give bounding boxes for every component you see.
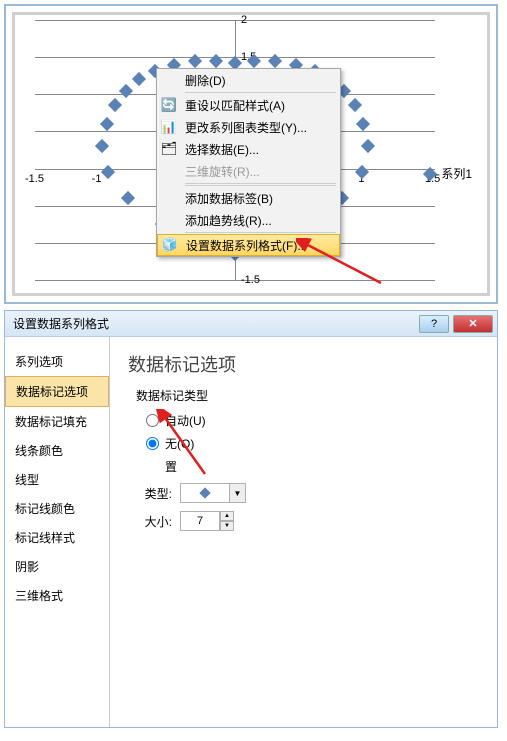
data-point[interactable] xyxy=(209,54,223,68)
legend[interactable]: 系列1 xyxy=(425,165,472,182)
chart-icon: 📊 xyxy=(159,118,179,136)
diamond-icon xyxy=(423,166,437,180)
data-point[interactable] xyxy=(268,54,282,68)
type-label: 类型: xyxy=(136,485,172,502)
group-label: 数据标记类型 xyxy=(136,387,479,404)
dialog-title: 设置数据系列格式 xyxy=(13,315,109,332)
menu-item-4: 三维旋转(R)... xyxy=(157,160,340,182)
context-menu: 删除(D) 🔄 重设以匹配样式(A) 📊 更改系列图表类型(Y)... 🗂 选择数据(E).… xyxy=(156,68,341,257)
content-heading: 数据标记选项 xyxy=(128,351,479,377)
content-panel: 数据标记选项 数据标记类型 自动(U) 无(O) 置 类型: ▼ xyxy=(110,337,497,727)
dialog-body: 系列选项数据标记选项数据标记填充线条颜色线型标记线颜色标记线样式阴影三维格式 数… xyxy=(5,337,497,727)
y-tick-label: 2 xyxy=(241,14,247,26)
chart-container[interactable]: -1.5-1-0.50.511.5-1.5-1-0.50.511.52 系列1 … xyxy=(4,4,498,304)
menu-item-7[interactable]: 🧊 设置数据系列格式(F)... xyxy=(157,234,340,256)
radio-builtin-row[interactable]: 置 xyxy=(146,458,479,475)
menu-item-5[interactable]: 添加数据标签(B) xyxy=(157,187,340,209)
nav-item-4[interactable]: 线型 xyxy=(5,465,109,494)
radio-builtin-label: 置 xyxy=(165,458,177,475)
x-tick-label: -1.5 xyxy=(25,173,44,185)
legend-label: 系列1 xyxy=(441,165,472,182)
nav-panel: 系列选项数据标记选项数据标记填充线条颜色线型标记线颜色标记线样式阴影三维格式 xyxy=(5,337,110,727)
size-input[interactable] xyxy=(180,511,220,531)
blank-icon xyxy=(159,162,179,180)
menu-item-label: 三维旋转(R)... xyxy=(185,163,260,180)
data-point[interactable] xyxy=(100,117,114,131)
gridline xyxy=(35,280,435,281)
data-point[interactable] xyxy=(188,54,202,68)
menu-item-6[interactable]: 添加趋势线(R)... xyxy=(157,209,340,231)
data-point[interactable] xyxy=(121,191,135,205)
size-label: 大小: xyxy=(136,513,172,530)
blank-icon xyxy=(159,211,179,229)
menu-item-label: 添加趋势线(R)... xyxy=(185,212,272,229)
data-point[interactable] xyxy=(356,117,370,131)
nav-item-1[interactable]: 数据标记选项 xyxy=(5,376,109,407)
nav-item-0[interactable]: 系列选项 xyxy=(5,347,109,376)
x-tick-label: -1 xyxy=(92,173,102,185)
radio-auto-row[interactable]: 自动(U) xyxy=(146,412,479,429)
data-point[interactable] xyxy=(108,98,122,112)
menu-item-label: 更改系列图表类型(Y)... xyxy=(185,119,307,136)
data-point[interactable] xyxy=(348,98,362,112)
radio-auto-label: 自动(U) xyxy=(165,412,206,429)
data-point[interactable] xyxy=(101,165,115,179)
close-button[interactable]: ✕ xyxy=(453,315,493,333)
spin-up-button[interactable]: ▲ xyxy=(220,511,234,521)
radio-none-row[interactable]: 无(O) xyxy=(146,435,479,452)
data-point[interactable] xyxy=(361,139,375,153)
reset-icon: 🔄 xyxy=(159,96,179,114)
nav-item-7[interactable]: 阴影 xyxy=(5,552,109,581)
nav-item-3[interactable]: 线条颜色 xyxy=(5,436,109,465)
nav-item-5[interactable]: 标记线颜色 xyxy=(5,494,109,523)
data-icon: 🗂 xyxy=(159,140,179,158)
menu-item-label: 重设以匹配样式(A) xyxy=(185,97,285,114)
y-tick-label: -1.5 xyxy=(241,274,260,286)
spin-down-button[interactable]: ▼ xyxy=(220,521,234,531)
help-button[interactable]: ? xyxy=(419,315,449,333)
format-icon: 🧊 xyxy=(160,236,180,254)
type-dropdown-button[interactable]: ▼ xyxy=(230,483,246,503)
dialog-title-bar[interactable]: 设置数据系列格式 ? ✕ xyxy=(5,311,497,337)
data-point[interactable] xyxy=(95,139,109,153)
radio-none-label: 无(O) xyxy=(165,435,194,452)
menu-item-0[interactable]: 删除(D) xyxy=(157,69,340,91)
data-point[interactable] xyxy=(132,72,146,86)
size-row: 大小: ▲ ▼ xyxy=(136,511,479,531)
nav-item-8[interactable]: 三维格式 xyxy=(5,581,109,610)
blank-icon xyxy=(159,71,179,89)
menu-item-3[interactable]: 🗂 选择数据(E)... xyxy=(157,138,340,160)
menu-item-label: 设置数据系列格式(F)... xyxy=(186,237,307,254)
data-point[interactable] xyxy=(119,83,133,97)
menu-item-label: 选择数据(E)... xyxy=(185,141,259,158)
menu-item-label: 添加数据标签(B) xyxy=(185,190,273,207)
type-row: 类型: ▼ xyxy=(136,483,479,503)
menu-item-2[interactable]: 📊 更改系列图表类型(Y)... xyxy=(157,116,340,138)
nav-item-2[interactable]: 数据标记填充 xyxy=(5,407,109,436)
type-preview[interactable] xyxy=(180,483,230,503)
menu-item-label: 删除(D) xyxy=(185,72,226,89)
menu-item-1[interactable]: 🔄 重设以匹配样式(A) xyxy=(157,94,340,116)
diamond-icon xyxy=(199,487,210,498)
radio-auto[interactable] xyxy=(146,414,159,427)
radio-none[interactable] xyxy=(146,437,159,450)
data-point[interactable] xyxy=(355,165,369,179)
format-series-dialog: 设置数据系列格式 ? ✕ 系列选项数据标记选项数据标记填充线条颜色线型标记线颜色… xyxy=(4,310,498,728)
size-spinner[interactable]: ▲ ▼ xyxy=(180,511,234,531)
blank-icon xyxy=(159,189,179,207)
nav-item-6[interactable]: 标记线样式 xyxy=(5,523,109,552)
